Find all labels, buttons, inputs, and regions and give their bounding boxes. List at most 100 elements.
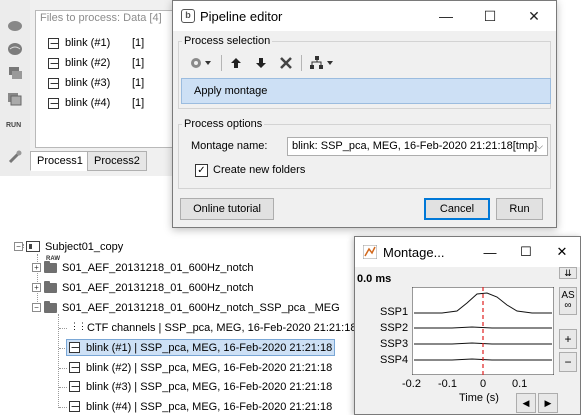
data-item-name: blink (#2) | SSP_pca, MEG, 16-Feb-2020 2… [86, 361, 333, 374]
ssp-time-series-plot[interactable] [412, 287, 554, 375]
file-count: [1] [132, 77, 145, 89]
selected-process-item[interactable]: Apply montage [181, 78, 551, 104]
title-bar[interactable]: Montage... — ☐ ✕ [355, 237, 580, 267]
channel-file-name: CTF channels | SSP_pca, MEG, 16-Feb-2020… [87, 321, 357, 334]
collapse-icon[interactable]: − [14, 242, 23, 251]
data-file-icon [69, 362, 80, 373]
channel-label: SSP1 [380, 306, 409, 318]
tree-folder[interactable]: + S01_AEF_20131218_01_600Hz_notch [32, 279, 253, 296]
tab-process1[interactable]: Process1 [30, 151, 90, 171]
stack-icon[interactable] [7, 66, 23, 80]
tools-icon[interactable] [7, 150, 23, 164]
montage-name-value: blink: SSP_pca, MEG, 16-Feb-2020 21:21:1… [292, 140, 538, 152]
file-name: blink (#2) [65, 57, 111, 69]
previous-page-button[interactable]: ◀ [516, 393, 536, 413]
channel-label: SSP2 [380, 322, 409, 334]
cancel-button[interactable]: Cancel [424, 198, 490, 220]
expand-icon[interactable]: + [32, 263, 41, 272]
infinity-icon: ∞ [564, 300, 572, 311]
time-readout: 0.0 ms [357, 273, 392, 285]
process-options-label: Process options [182, 118, 265, 130]
cloud-icon[interactable] [7, 18, 23, 32]
tree-data-item[interactable]: blink (#3) | SSP_pca, MEG, 16-Feb-2020 2… [69, 378, 332, 395]
montage-figure-window: Montage... — ☐ ✕ 0.0 ms SSP1 SSP2 SSP3 S… [354, 236, 581, 415]
file-name: blink (#3) [65, 77, 111, 89]
title-bar[interactable]: b Pipeline editor — ☐ ✕ [173, 1, 556, 31]
x-tick-label: -0.1 [438, 378, 457, 390]
minimize-button[interactable]: — [424, 1, 468, 31]
list-item[interactable]: blink (#2) [1] [48, 55, 144, 71]
tree-data-item[interactable]: blink (#1) | SSP_pca, MEG, 16-Feb-2020 2… [66, 339, 336, 356]
data-file-icon [48, 97, 59, 109]
collapse-icon[interactable]: − [32, 303, 41, 312]
move-up-button[interactable] [226, 53, 246, 73]
tree-folder-open[interactable]: − S01_AEF_20131218_01_600Hz_notch_SSP_pc… [32, 299, 340, 316]
maximize-button[interactable]: ☐ [508, 237, 544, 267]
files-panel-title: Files to process: Data [4] [40, 12, 162, 24]
process-selection-label: Process selection [182, 35, 273, 47]
expand-icon[interactable]: + [32, 283, 41, 292]
add-process-button[interactable] [187, 53, 215, 73]
pipeline-tree-icon [310, 56, 333, 69]
folder-name: S01_AEF_20131218_01_600Hz_notch_SSP_pca … [62, 301, 340, 314]
x-axis-label: Time (s) [459, 392, 499, 404]
arrow-up-icon [231, 58, 241, 68]
minimize-button[interactable]: — [472, 237, 508, 267]
pipeline-menu-button[interactable] [307, 53, 337, 73]
scroll-down-icon[interactable]: ⇊ [559, 267, 577, 279]
data-file-icon [48, 77, 59, 89]
tree-channel-file[interactable]: ⋮⋮ CTF channels | SSP_pca, MEG, 16-Feb-2… [70, 319, 356, 336]
maximize-button[interactable]: ☐ [468, 1, 512, 31]
toolbar-separator [221, 55, 222, 71]
tree-connector [59, 387, 67, 388]
autoscale-button[interactable]: AS ∞ [559, 287, 577, 315]
grid-stack-icon[interactable] [7, 92, 23, 106]
tree-connector [59, 407, 67, 408]
next-page-button[interactable]: ▶ [538, 393, 558, 413]
raw-folder-icon [44, 260, 57, 273]
subject-icon [26, 241, 40, 252]
data-item-name: blink (#1) | SSP_pca, MEG, 16-Feb-2020 2… [86, 341, 333, 354]
close-button[interactable]: ✕ [544, 237, 580, 267]
tab-process2[interactable]: Process2 [87, 151, 147, 171]
x-tick-label: 0.1 [512, 378, 528, 390]
create-folders-checkbox[interactable]: ✓ [195, 164, 208, 177]
file-count: [1] [132, 97, 145, 109]
list-item[interactable]: blink (#1) [1] [48, 35, 144, 51]
data-file-icon [48, 57, 59, 69]
zoom-in-button[interactable]: + [559, 329, 577, 349]
run-button[interactable]: Run [496, 198, 543, 220]
tree-data-item[interactable]: blink (#4) | SSP_pca, MEG, 16-Feb-2020 2… [69, 398, 332, 415]
list-item[interactable]: blink (#3) [1] [48, 75, 144, 91]
tree-subject[interactable]: − Subject01_copy [14, 238, 123, 255]
tree-connector [59, 328, 67, 329]
close-button[interactable]: ✕ [512, 1, 556, 31]
pipeline-editor-window: b Pipeline editor — ☐ ✕ Process selectio… [172, 0, 557, 228]
selected-tree-item[interactable]: blink (#1) | SSP_pca, MEG, 16-Feb-2020 2… [66, 339, 336, 356]
folder-icon [44, 280, 57, 293]
brainstorm-logo-icon: b [181, 9, 195, 23]
move-down-button[interactable] [251, 53, 271, 73]
process-name: Apply montage [194, 85, 268, 97]
data-file-icon [69, 401, 80, 412]
brain-icon[interactable] [7, 42, 23, 56]
zoom-out-button[interactable]: − [559, 352, 577, 372]
tree-data-item[interactable]: blink (#2) | SSP_pca, MEG, 16-Feb-2020 2… [69, 359, 332, 376]
file-name: blink (#1) [65, 37, 111, 49]
window-title: Pipeline editor [200, 9, 283, 24]
x-tick-label: -0.2 [402, 378, 421, 390]
run-icon[interactable]: RUN [6, 122, 21, 129]
chevron-down-icon: ⌵ [536, 141, 543, 151]
x-tick-label: 0 [480, 378, 487, 390]
channel-label: SSP4 [380, 354, 409, 366]
online-tutorial-button[interactable]: Online tutorial [180, 198, 274, 220]
list-item[interactable]: blink (#4) [1] [48, 95, 144, 111]
tree-folder[interactable]: + S01_AEF_20131218_01_600Hz_notch [32, 259, 253, 276]
montage-name-label: Montage name: [191, 140, 268, 152]
window-title: Montage... [383, 245, 445, 260]
montage-name-select[interactable]: blink: SSP_pca, MEG, 16-Feb-2020 21:21:1… [287, 137, 548, 156]
data-item-name: blink (#4) | SSP_pca, MEG, 16-Feb-2020 2… [86, 400, 333, 413]
delete-process-button[interactable] [276, 53, 296, 73]
data-file-icon [69, 342, 80, 353]
tree-connector [59, 368, 67, 369]
